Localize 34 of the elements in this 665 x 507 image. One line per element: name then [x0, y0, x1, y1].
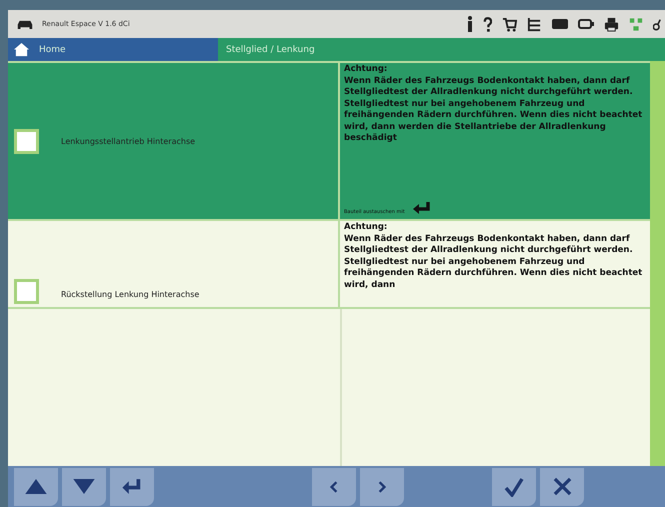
down-button[interactable] [62, 468, 106, 506]
home-tab[interactable]: Home [8, 38, 218, 61]
next-button[interactable] [360, 468, 404, 506]
info-icon[interactable] [467, 16, 473, 32]
printer-icon[interactable] [604, 16, 619, 32]
help-icon[interactable] [483, 16, 492, 32]
up-arrow-icon [25, 479, 47, 494]
chevron-right-icon [378, 480, 386, 492]
breadcrumb-title: Stellglied / Lenkung [218, 38, 665, 61]
warning-text: Achtung: Wenn Räder des Fahrzeugs Bodenkontakt haben, dann darf Stellgliedtest der Allradlenkung nicht durchgeführt werden. Stellgliedtest nur bei angehobenem Fahrzeug und freihängenden Rädern durchführen. Wenn dies nicht beachtet wird, dann werden die Stellantriebe der Allradlenkung beschädigt [344, 64, 644, 144]
home-icon [14, 42, 29, 57]
warning-text: Achtung: Wenn Räder des Fahrzeugs Bodenkontakt haben, dann darf Stellgliedtest der Allradlenkung nicht durchgeführt werden. Stellgliedtest nur bei angehobenem Fahrzeug und freihängenden Rädern durchführen. Wenn dies nicht beachtet wird, dann [344, 222, 644, 291]
car-icon [16, 18, 34, 30]
close-icon [552, 477, 572, 496]
tree-icon[interactable] [527, 16, 542, 32]
list-row[interactable] [8, 61, 650, 219]
checkmark-icon [504, 476, 524, 496]
up-button[interactable] [14, 468, 58, 506]
row-label: Rückstellung Lenkung Hinterachse [61, 290, 200, 301]
link-icon[interactable] [653, 16, 661, 32]
enter-icon [121, 478, 143, 495]
confirm-button[interactable] [492, 468, 536, 506]
chevron-left-icon [330, 480, 338, 492]
list-row[interactable] [8, 219, 650, 307]
previous-button[interactable] [312, 468, 356, 506]
enter-button[interactable] [110, 468, 154, 506]
checkbox[interactable] [14, 128, 39, 154]
checkbox[interactable] [14, 279, 39, 304]
down-arrow-icon [73, 479, 95, 494]
enter-icon [410, 201, 433, 215]
cancel-button[interactable] [540, 468, 584, 506]
row-label: Lenkungsstellantrieb Hinterachse [61, 136, 196, 146]
battery-icon[interactable] [578, 19, 594, 29]
cart-icon[interactable] [502, 16, 517, 32]
